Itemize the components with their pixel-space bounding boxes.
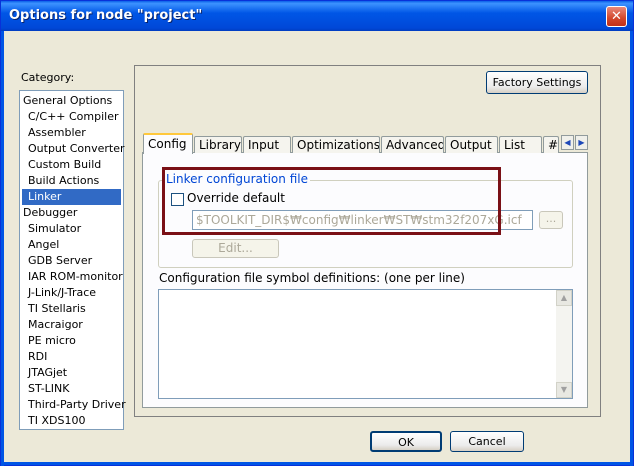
edit-button[interactable]: Edit...: [192, 239, 279, 258]
tab-input[interactable]: Input: [243, 136, 291, 153]
category-item[interactable]: TI Stellaris: [22, 301, 121, 317]
tab-config[interactable]: Config: [143, 133, 193, 154]
factory-settings-button[interactable]: Factory Settings: [486, 71, 588, 94]
ok-button[interactable]: OK: [370, 431, 442, 452]
symbol-definitions-textarea[interactable]: ▲ ▼: [158, 289, 573, 399]
category-item[interactable]: TI XDS100: [22, 413, 121, 429]
category-item[interactable]: PE micro: [22, 333, 121, 349]
window-border-right: [630, 31, 633, 466]
tab-list[interactable]: List: [499, 136, 542, 153]
scroll-right-icon[interactable]: ▶: [575, 135, 588, 150]
category-item[interactable]: Custom Build: [22, 157, 121, 173]
close-icon[interactable]: ✕: [606, 6, 627, 27]
category-item[interactable]: Third-Party Driver: [22, 397, 126, 413]
category-item[interactable]: Output Converter: [22, 141, 125, 157]
tab-optimizations[interactable]: Optimizations: [292, 136, 380, 153]
category-item[interactable]: Build Actions: [22, 173, 121, 189]
options-dialog: Options for node "project" ✕ Category: G…: [0, 0, 634, 466]
category-label: Category:: [21, 71, 75, 84]
tab-output[interactable]: Output: [445, 136, 498, 153]
category-item[interactable]: IAR ROM-monitor: [22, 269, 123, 285]
window-title: Options for node "project": [9, 8, 203, 23]
window-border-bottom: [1, 462, 633, 465]
category-list[interactable]: General Options C/C++ Compiler Assembler Ou…: [19, 90, 126, 430]
category-item[interactable]: Macraigor: [22, 317, 121, 333]
category-item[interactable]: ST-LINK: [22, 381, 121, 397]
tab-library[interactable]: Library: [194, 136, 242, 153]
tab-more[interactable]: #: [543, 136, 559, 153]
symbol-definitions-label: Configuration file symbol definitions: (…: [159, 271, 465, 285]
category-item[interactable]: RDI: [22, 349, 121, 365]
annotation-highlight-box: [162, 167, 501, 235]
category-item[interactable]: Assembler: [22, 125, 121, 141]
category-item[interactable]: Linker: [22, 189, 121, 205]
title-bar[interactable]: Options for node "project" ✕: [1, 1, 633, 31]
window-border-left: [1, 31, 4, 466]
tab-scroll-arrows: ◀ ▶: [561, 135, 588, 150]
vertical-scrollbar[interactable]: ▲ ▼: [556, 290, 572, 398]
category-item[interactable]: GDB Server: [22, 253, 121, 269]
tab-advanced[interactable]: Advanced: [381, 136, 444, 153]
cancel-button[interactable]: Cancel: [450, 431, 524, 452]
category-item[interactable]: Simulator: [22, 221, 121, 237]
category-item[interactable]: C/C++ Compiler: [22, 109, 121, 125]
scroll-left-icon[interactable]: ◀: [561, 135, 574, 150]
scroll-down-icon[interactable]: ▼: [556, 382, 572, 398]
category-item[interactable]: Angel: [22, 237, 121, 253]
category-item[interactable]: Debugger: [22, 205, 121, 221]
category-item[interactable]: JTAGjet: [22, 365, 121, 381]
category-item[interactable]: J-Link/J-Trace: [22, 285, 121, 301]
scroll-up-icon[interactable]: ▲: [556, 290, 572, 306]
browse-button[interactable]: ...: [539, 211, 563, 229]
category-item[interactable]: General Options: [22, 93, 121, 109]
